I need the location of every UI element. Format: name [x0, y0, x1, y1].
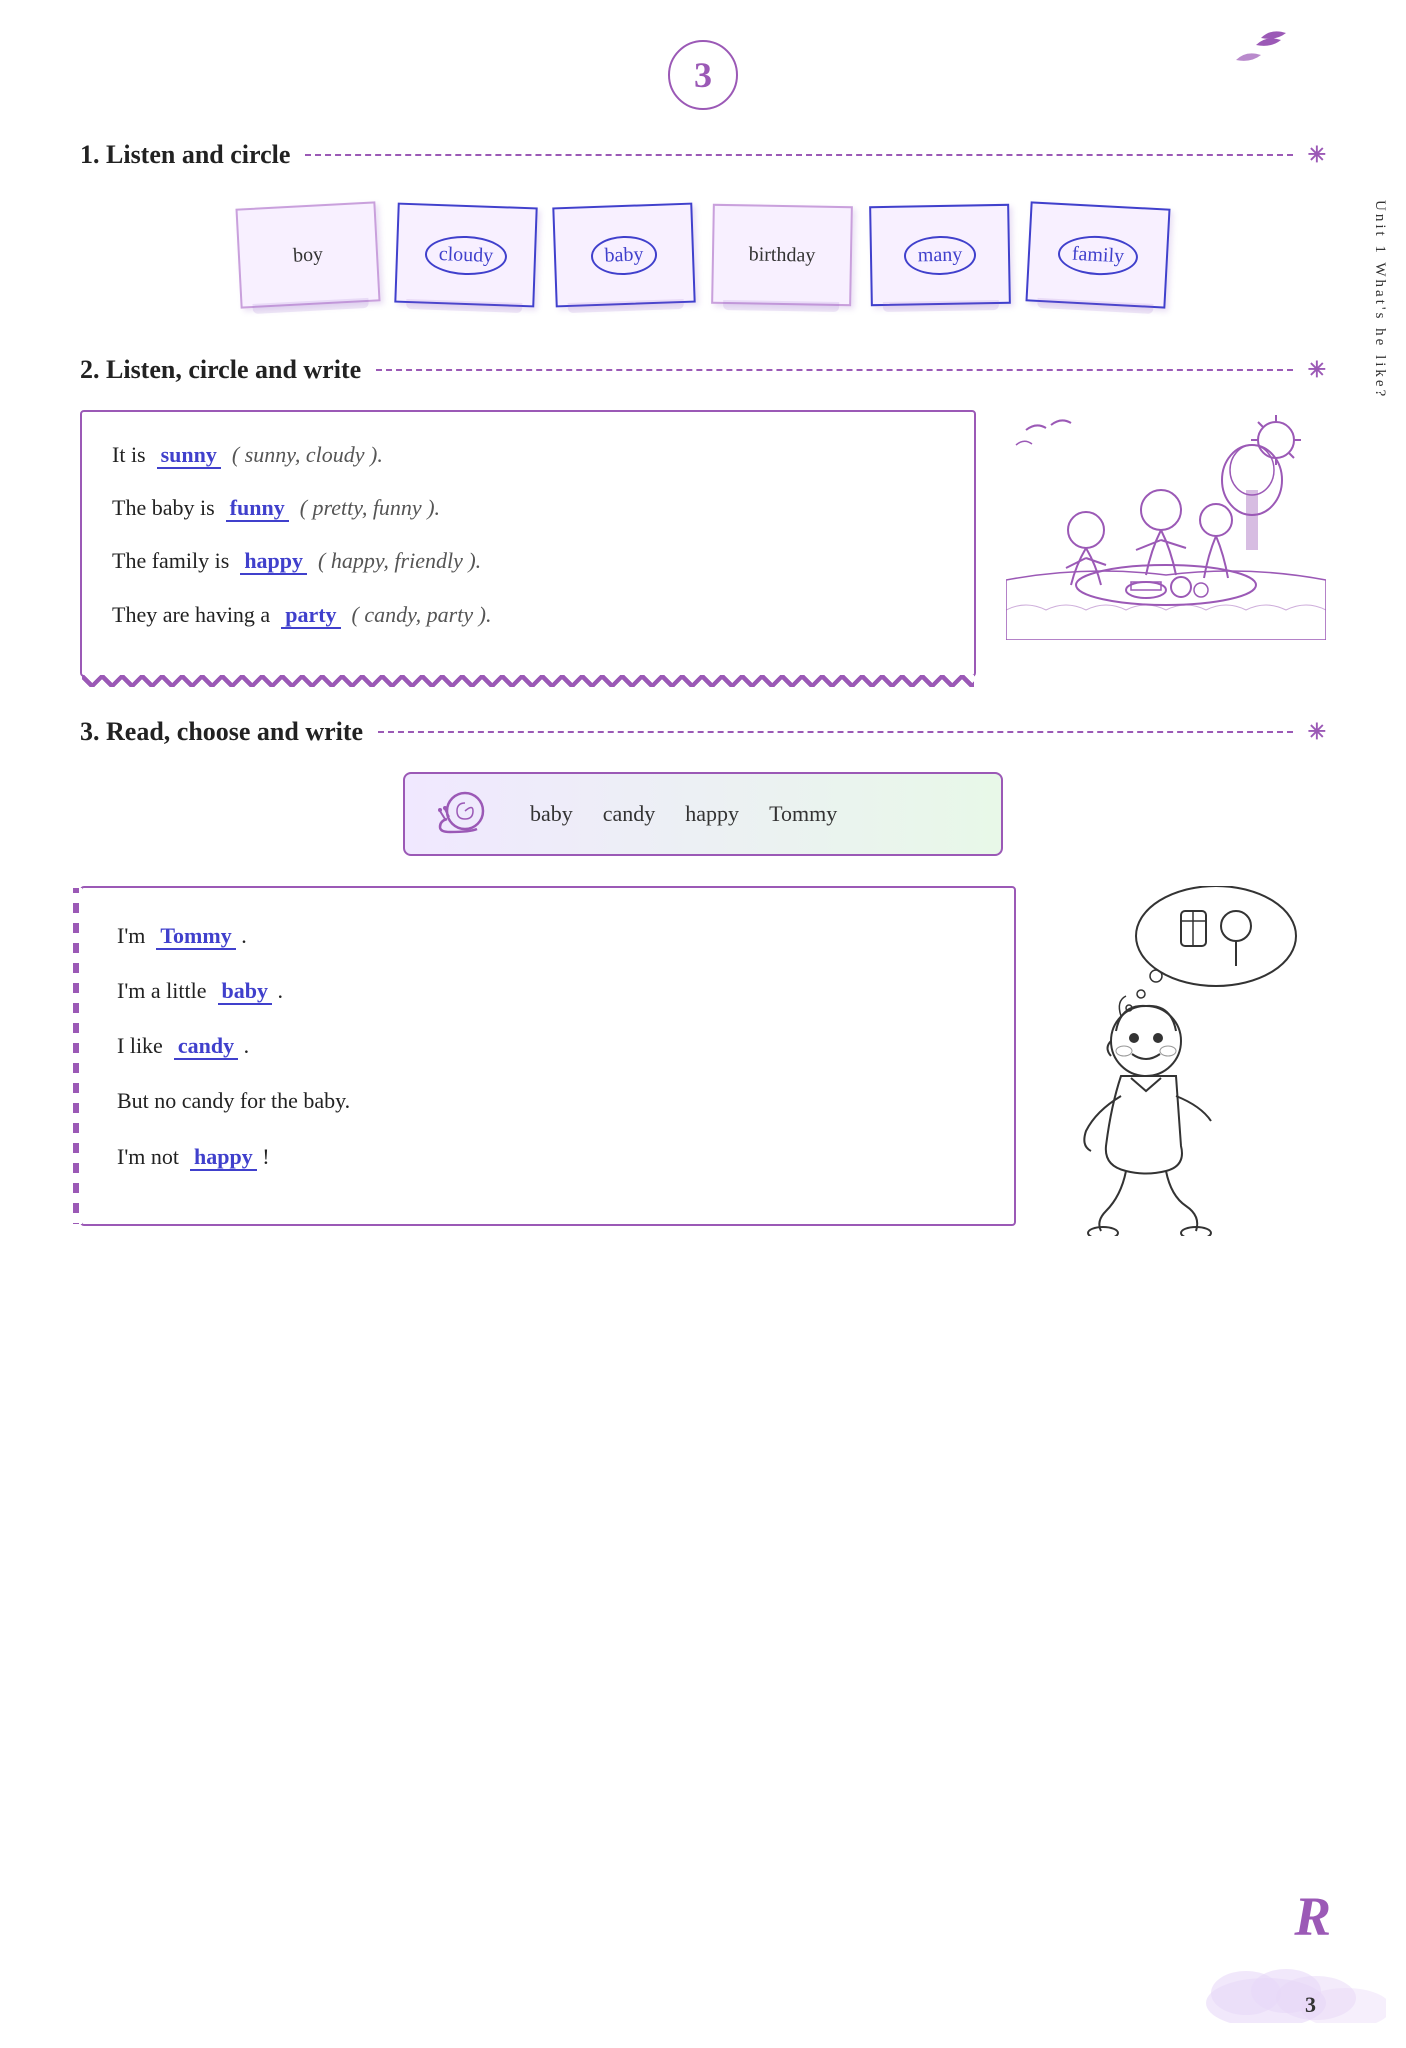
section2-line4: They are having a party ( candy, party )…	[112, 597, 944, 632]
word-card-cloudy: cloudy	[394, 203, 537, 308]
section2-star: ✳	[1308, 357, 1326, 383]
story-box: I'm Tommy . I'm a little baby . I like c…	[80, 886, 1016, 1226]
word-bank: baby candy happy Tommy	[403, 772, 1003, 856]
answer-happy: happy	[240, 548, 307, 575]
page-number-circle: 3	[668, 40, 738, 110]
boy-illustration	[1046, 886, 1326, 1241]
answer-sunny: sunny	[157, 442, 221, 469]
story-line4: But no candy for the baby.	[117, 1083, 979, 1118]
story-answer-baby: baby	[218, 978, 272, 1005]
word-card-family-text: family	[1057, 233, 1139, 276]
word-card-many-text: many	[903, 235, 976, 275]
word-bank-happy: happy	[685, 801, 739, 827]
word-card-cloudy-text: cloudy	[424, 234, 508, 276]
section2-line2: The baby is funny ( pretty, funny ).	[112, 490, 944, 525]
word-card-birthday: birthday	[711, 204, 853, 306]
story-answer-tommy: Tommy	[156, 923, 235, 950]
word-card-family: family	[1025, 201, 1170, 308]
section1-header: 1. Listen and circle ✳	[80, 140, 1326, 170]
section2-dashline	[376, 369, 1292, 371]
word-bank-candy: candy	[603, 801, 656, 827]
snail-icon	[435, 789, 490, 839]
r-decoration: R	[1294, 1885, 1331, 1948]
section2-line1: It is sunny ( sunny, cloudy ).	[112, 437, 944, 472]
bird-decoration	[1216, 30, 1296, 95]
word-bank-words: baby candy happy Tommy	[530, 801, 837, 827]
story-line3: I like candy .	[117, 1028, 979, 1063]
page-number: 3	[694, 54, 712, 96]
section1-label: 1. Listen and circle	[80, 140, 290, 170]
story-line5: I'm not happy !	[117, 1139, 979, 1174]
story-answer-candy: candy	[174, 1033, 238, 1060]
word-card-many: many	[869, 204, 1011, 306]
word-card-boy-text: boy	[292, 243, 323, 268]
section3-dashline	[378, 731, 1292, 733]
section2-content: It is sunny ( sunny, cloudy ). The baby …	[80, 410, 1326, 677]
picnic-illustration	[1006, 410, 1326, 640]
section2-header: 2. Listen, circle and write ✳	[80, 355, 1326, 385]
story-line1: I'm Tommy .	[117, 918, 979, 953]
word-bank-tommy: Tommy	[769, 801, 837, 827]
page-container: Unit 1 What's he like? 3 1. Listen and c…	[0, 0, 1406, 2048]
story-section: I'm Tommy . I'm a little baby . I like c…	[80, 886, 1326, 1241]
word-card-boy: boy	[235, 201, 380, 308]
story-answer-happy: happy	[190, 1144, 257, 1171]
section3-star: ✳	[1308, 719, 1326, 745]
section3: 3. Read, choose and write ✳	[80, 717, 1326, 1241]
section2-label: 2. Listen, circle and write	[80, 355, 361, 385]
word-card-baby: baby	[552, 203, 695, 308]
section2: 2. Listen, circle and write ✳ It is sunn…	[80, 355, 1326, 677]
side-label: Unit 1 What's he like?	[1371, 200, 1388, 399]
answer-party: party	[281, 602, 340, 629]
word-cards-row: boy cloudy baby birthday many family	[80, 195, 1326, 315]
section1-star: ✳	[1308, 142, 1326, 168]
word-card-birthday-text: birthday	[748, 243, 815, 267]
section3-header: 3. Read, choose and write ✳	[80, 717, 1326, 747]
section2-line3: The family is happy ( happy, friendly ).	[112, 543, 944, 578]
word-card-baby-text: baby	[590, 234, 658, 275]
bottom-page-number: 3	[1305, 1992, 1316, 2018]
answer-funny: funny	[226, 495, 289, 522]
section2-textbox: It is sunny ( sunny, cloudy ). The baby …	[80, 410, 976, 677]
section1-dashline	[305, 154, 1292, 156]
section3-label: 3. Read, choose and write	[80, 717, 363, 747]
story-line2: I'm a little baby .	[117, 973, 979, 1008]
section1: 1. Listen and circle ✳ boy cloudy baby b…	[80, 140, 1326, 315]
word-bank-baby: baby	[530, 801, 573, 827]
cloud-decoration	[1186, 1943, 1386, 2028]
